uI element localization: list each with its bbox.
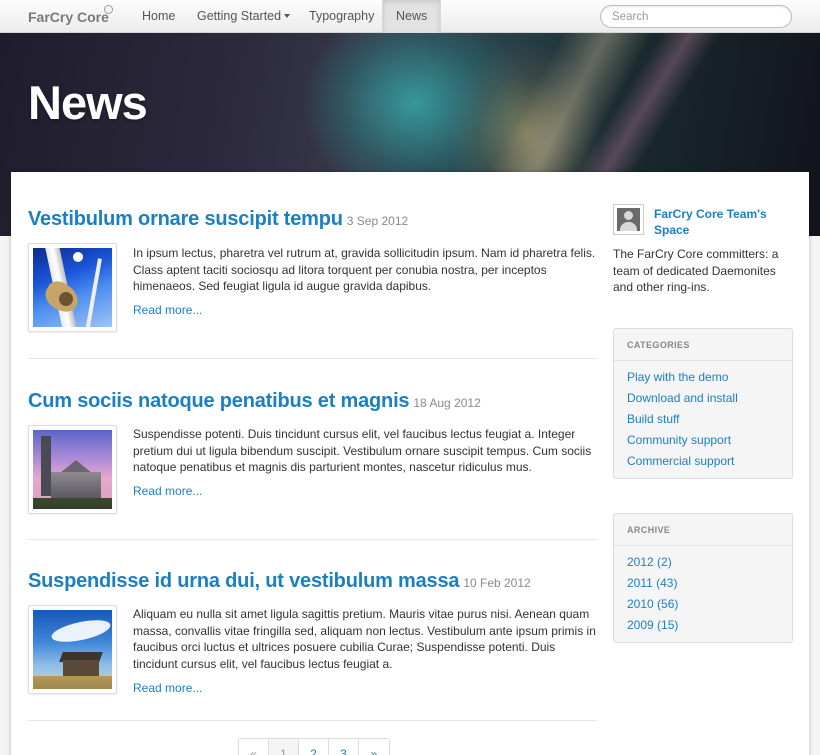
avatar[interactable] <box>613 204 644 235</box>
nav-item-news[interactable]: News <box>382 0 442 33</box>
archive-box: ARCHIVE 2012 (2) 2011 (43) 2010 (56) 200… <box>613 513 793 643</box>
post-divider <box>28 539 597 540</box>
read-more-link[interactable]: Read more... <box>133 681 202 695</box>
post-thumbnail[interactable] <box>28 425 117 514</box>
archive-list: 2012 (2) 2011 (43) 2010 (56) 2009 (15) <box>614 546 792 636</box>
archive-heading: ARCHIVE <box>614 514 792 546</box>
post-thumbnail[interactable] <box>28 605 117 694</box>
nav-item-label: Getting Started <box>197 9 282 23</box>
search-input[interactable] <box>600 5 792 28</box>
news-post: Cum sociis natoque penatibus et magnis 18… <box>28 390 597 413</box>
post-header: Cum sociis natoque penatibus et magnis 18… <box>28 390 597 413</box>
pagination-page-3[interactable]: 3 <box>329 739 359 755</box>
user-icon <box>617 208 640 231</box>
pagination-page-1[interactable]: 1 <box>269 739 299 755</box>
post-excerpt: Aliquam eu nulla sit amet ligula sagitti… <box>133 607 596 671</box>
post-excerpt: In ipsum lectus, pharetra vel rutrum at,… <box>133 246 596 293</box>
post-date: 18 Aug 2012 <box>413 396 481 410</box>
post-divider <box>28 720 597 721</box>
pagination-next[interactable]: » <box>359 739 389 755</box>
news-post: Suspendisse id urna dui, ut vestibulum m… <box>28 570 597 593</box>
chevron-down-icon <box>284 13 291 18</box>
archive-link[interactable]: 2011 (43) <box>627 573 792 594</box>
categories-box: CATEGORIES Play with the demo Download a… <box>613 328 793 479</box>
archive-link[interactable]: 2012 (2) <box>627 552 792 573</box>
read-more-link[interactable]: Read more... <box>133 484 202 498</box>
post-image <box>33 430 112 509</box>
post-header: Suspendisse id urna dui, ut vestibulum m… <box>28 570 597 593</box>
post-excerpt: Suspendisse potenti. Duis tincidunt curs… <box>133 427 592 474</box>
pagination-page-2[interactable]: 2 <box>299 739 329 755</box>
top-navbar: FarCry Core Home Getting Started Typogra… <box>0 0 820 33</box>
pagination: « 1 2 3 » <box>238 738 390 755</box>
brand-logo[interactable]: FarCry Core <box>28 9 109 25</box>
post-date: 10 Feb 2012 <box>463 576 531 590</box>
post-date: 3 Sep 2012 <box>346 214 409 228</box>
author-description: The FarCry Core committers: a team of de… <box>613 247 779 294</box>
post-title-link[interactable]: Suspendisse id urna dui, ut vestibulum m… <box>28 570 460 592</box>
category-link[interactable]: Community support <box>627 430 792 451</box>
archive-link[interactable]: 2009 (15) <box>627 615 792 636</box>
brand-ring-icon <box>104 5 113 14</box>
author-name-link[interactable]: FarCry Core Team's Space <box>654 206 794 238</box>
post-thumbnail[interactable] <box>28 243 117 332</box>
post-image <box>33 610 112 689</box>
category-link[interactable]: Build stuff <box>627 409 792 430</box>
nav-item-home[interactable]: Home <box>129 0 188 33</box>
pagination-prev[interactable]: « <box>239 739 269 755</box>
read-more-link[interactable]: Read more... <box>133 303 202 317</box>
post-title-link[interactable]: Vestibulum ornare suscipit tempu <box>28 208 343 230</box>
category-link[interactable]: Download and install <box>627 388 792 409</box>
category-link[interactable]: Commercial support <box>627 451 792 472</box>
post-divider <box>28 358 597 359</box>
post-header: Vestibulum ornare suscipit tempu 3 Sep 20… <box>28 208 597 231</box>
category-link[interactable]: Play with the demo <box>627 367 792 388</box>
post-title-link[interactable]: Cum sociis natoque penatibus et magnis <box>28 390 410 412</box>
news-post: Vestibulum ornare suscipit tempu 3 Sep 20… <box>28 208 597 231</box>
categories-list: Play with the demo Download and install … <box>614 361 792 472</box>
archive-link[interactable]: 2010 (56) <box>627 594 792 615</box>
page-title: News <box>28 76 148 129</box>
nav-item-getting-started[interactable]: Getting Started <box>184 0 303 33</box>
nav-item-typography[interactable]: Typography <box>296 0 387 33</box>
categories-heading: CATEGORIES <box>614 329 792 361</box>
post-image <box>33 248 112 327</box>
